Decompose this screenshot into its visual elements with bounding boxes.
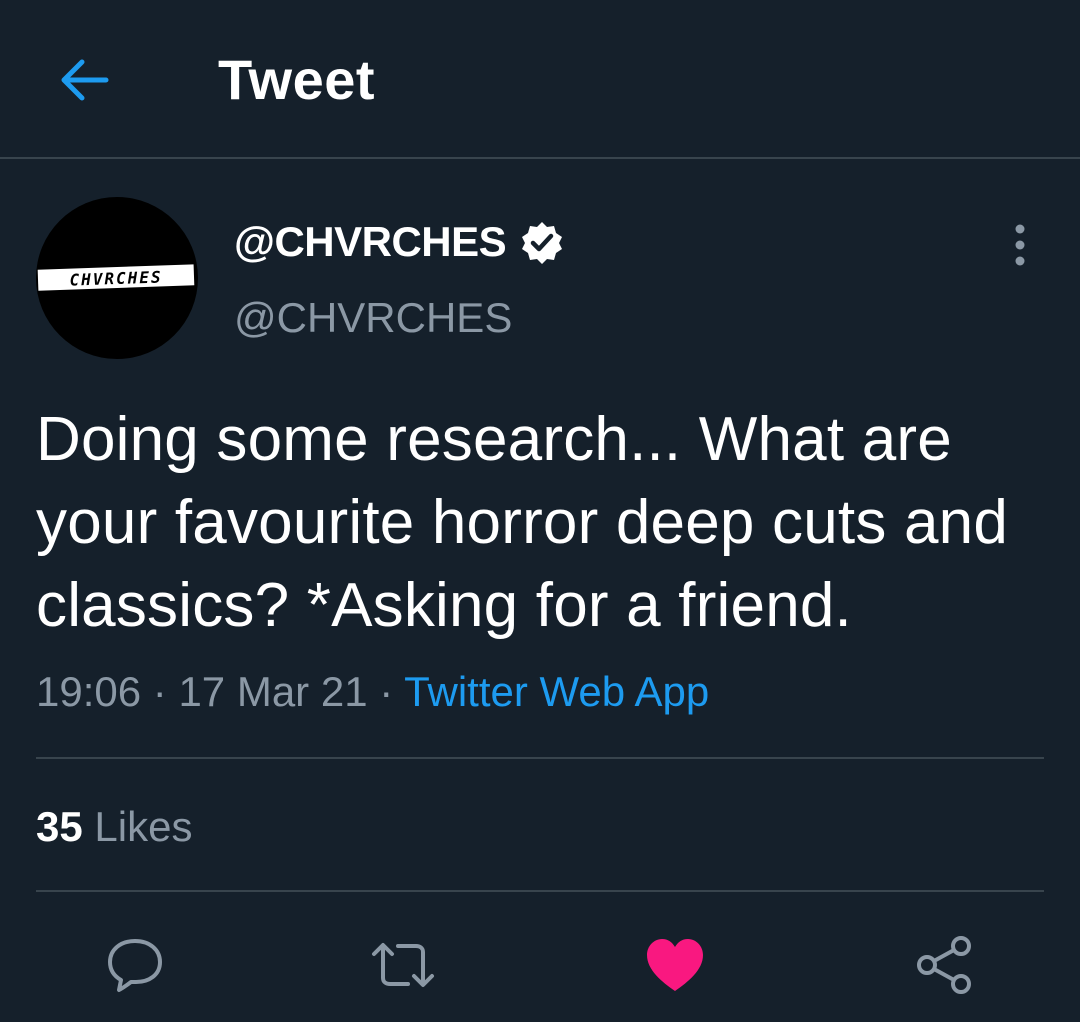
author-handle[interactable]: @CHVRCHES bbox=[234, 292, 512, 344]
arrow-left-icon bbox=[61, 59, 109, 101]
tweet-date: 17 Mar 21 bbox=[178, 668, 368, 715]
retweet-button[interactable] bbox=[368, 930, 438, 1000]
share-icon bbox=[917, 936, 971, 994]
divider bbox=[36, 757, 1044, 759]
display-name[interactable]: @CHVRCHES bbox=[234, 218, 507, 266]
author-name-row: @CHVRCHES bbox=[234, 214, 564, 270]
top-bar: Tweet bbox=[0, 0, 1080, 159]
verified-badge-icon bbox=[522, 222, 563, 264]
divider bbox=[36, 890, 1044, 892]
likes-label: Likes bbox=[94, 803, 193, 850]
reply-button[interactable] bbox=[100, 930, 170, 1000]
more-options-button[interactable] bbox=[1000, 222, 1040, 268]
likes-stat[interactable]: 35 Likes bbox=[36, 800, 192, 854]
tweet-time: 19:06 bbox=[36, 668, 142, 715]
heart-icon bbox=[647, 939, 703, 991]
tweet-text: Doing some research... What are your fav… bbox=[36, 405, 1008, 640]
likes-count: 35 bbox=[36, 803, 83, 850]
page-title: Tweet bbox=[218, 48, 376, 111]
tweet-source-link[interactable]: Twitter Web App bbox=[404, 668, 709, 715]
meta-separator: · bbox=[379, 668, 394, 715]
speech-bubble-icon bbox=[108, 939, 162, 992]
avatar[interactable]: CHVRCHES bbox=[36, 197, 198, 359]
meta-separator: · bbox=[152, 668, 167, 715]
chvrches-logo: CHVRCHES bbox=[37, 264, 195, 291]
more-vertical-icon bbox=[1015, 224, 1025, 266]
like-button[interactable] bbox=[640, 930, 710, 1000]
tweet-meta: 19:06 · 17 Mar 21 · Twitter Web App bbox=[36, 664, 709, 720]
svg-text:CHVRCHES: CHVRCHES bbox=[69, 267, 163, 289]
share-button[interactable] bbox=[910, 930, 980, 1000]
retweet-icon bbox=[372, 943, 434, 987]
back-button[interactable] bbox=[52, 48, 116, 112]
